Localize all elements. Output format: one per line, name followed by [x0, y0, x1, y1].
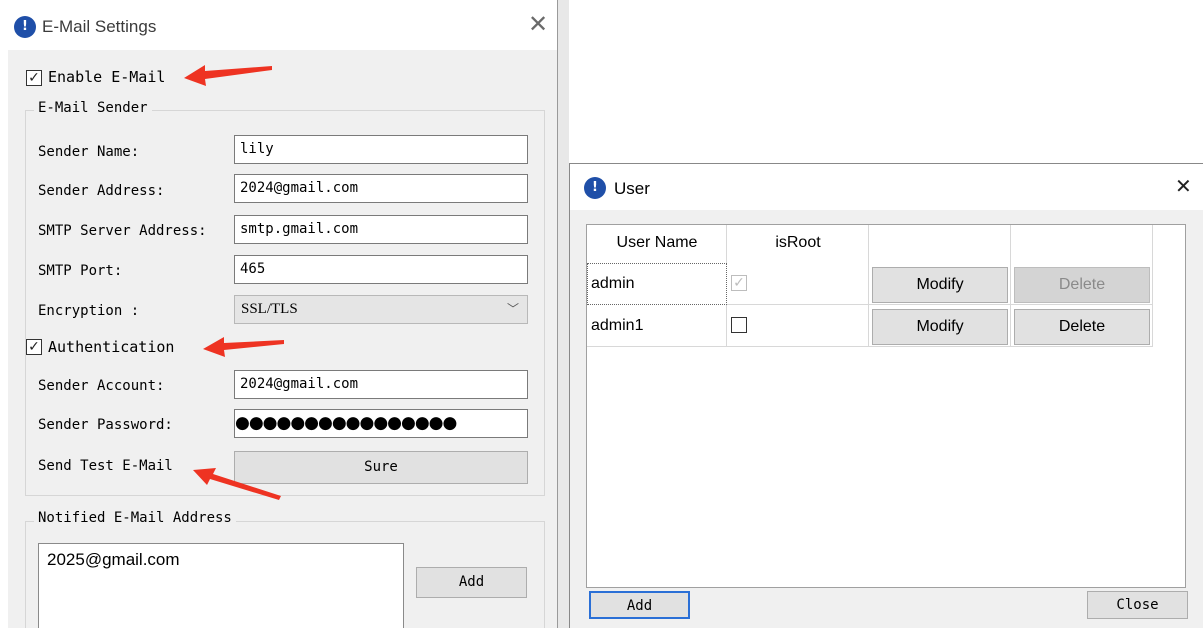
- sender-address-input[interactable]: 2024@gmail.com: [234, 174, 528, 203]
- sender-address-label: Sender Address:: [38, 183, 165, 199]
- add-address-button[interactable]: Add: [416, 567, 527, 598]
- authentication-label: Authentication: [48, 338, 175, 356]
- user-table: User Name isRoot admin ✓ Modify Delete a…: [586, 224, 1186, 588]
- encryption-value: SSL/TLS: [241, 301, 298, 317]
- header-cell: [1011, 225, 1153, 263]
- title-bar: ! User ✕: [570, 164, 1203, 210]
- username-cell: admin: [591, 275, 635, 292]
- list-item[interactable]: 2025@gmail.com: [47, 550, 403, 570]
- desktop-gap: [557, 0, 569, 628]
- isroot-cell: [727, 263, 869, 305]
- smtp-server-label: SMTP Server Address:: [38, 223, 207, 239]
- window-title: E-Mail Settings: [42, 17, 157, 36]
- smtp-server-input[interactable]: smtp.gmail.com: [234, 215, 528, 244]
- sender-password-input[interactable]: ●●●●●●●●●●●●●●●●: [234, 409, 528, 438]
- close-button[interactable]: Close: [1087, 591, 1188, 619]
- modify-button[interactable]: Modify: [872, 309, 1008, 345]
- send-test-label: Send Test E-Mail: [38, 458, 173, 474]
- add-user-button[interactable]: Add: [589, 591, 690, 619]
- notified-group-title: Notified E-Mail Address: [34, 510, 236, 526]
- username-cell: admin1: [591, 317, 644, 334]
- window-title: User: [614, 179, 650, 198]
- modify-button[interactable]: Modify: [872, 267, 1008, 303]
- app-logo-icon: !: [584, 177, 606, 199]
- enable-email-label: Enable E-Mail: [48, 68, 166, 86]
- checkmark-icon: ✓: [733, 275, 745, 291]
- encryption-select[interactable]: SSL/TLS ﹀: [234, 295, 528, 324]
- encryption-label: Encryption :: [38, 303, 140, 319]
- header-cell: [869, 225, 1011, 263]
- column-header-isroot[interactable]: isRoot: [727, 234, 869, 252]
- sender-name-input[interactable]: lily: [234, 135, 528, 164]
- isroot-checkbox[interactable]: [731, 317, 747, 333]
- sender-group-title: E-Mail Sender: [34, 100, 152, 116]
- smtp-port-label: SMTP Port:: [38, 263, 123, 279]
- settings-client-area: ✓ Enable E-Mail E-Mail Sender Sender Nam…: [8, 50, 557, 628]
- email-settings-window: ! E-Mail Settings ✕ ✓ Enable E-Mail E-Ma…: [0, 0, 557, 628]
- chevron-down-icon: ﹀: [506, 302, 519, 316]
- close-icon[interactable]: ✕: [1175, 174, 1192, 198]
- close-icon[interactable]: ✕: [528, 10, 548, 38]
- checkmark-icon: ✓: [28, 70, 40, 86]
- column-header-username[interactable]: User Name: [587, 234, 727, 252]
- isroot-checkbox: ✓: [731, 275, 747, 291]
- sure-button[interactable]: Sure: [234, 451, 528, 484]
- checkmark-icon: ✓: [28, 339, 40, 355]
- delete-button[interactable]: Delete: [1014, 267, 1150, 303]
- sender-password-label: Sender Password:: [38, 417, 173, 433]
- sender-account-input[interactable]: 2024@gmail.com: [234, 370, 528, 399]
- enable-email-checkbox[interactable]: ✓: [26, 70, 42, 86]
- smtp-port-input[interactable]: 465: [234, 255, 528, 284]
- delete-button[interactable]: Delete: [1014, 309, 1150, 345]
- app-logo-icon: !: [14, 16, 36, 38]
- user-window: ! User ✕ User Name isRoot admin ✓ Modify…: [569, 163, 1203, 628]
- notified-address-list[interactable]: 2025@gmail.com: [38, 543, 404, 628]
- sender-name-label: Sender Name:: [38, 144, 140, 160]
- isroot-cell: [727, 305, 869, 347]
- sender-account-label: Sender Account:: [38, 378, 165, 394]
- title-bar: ! E-Mail Settings ✕: [0, 0, 557, 50]
- authentication-checkbox[interactable]: ✓: [26, 339, 42, 355]
